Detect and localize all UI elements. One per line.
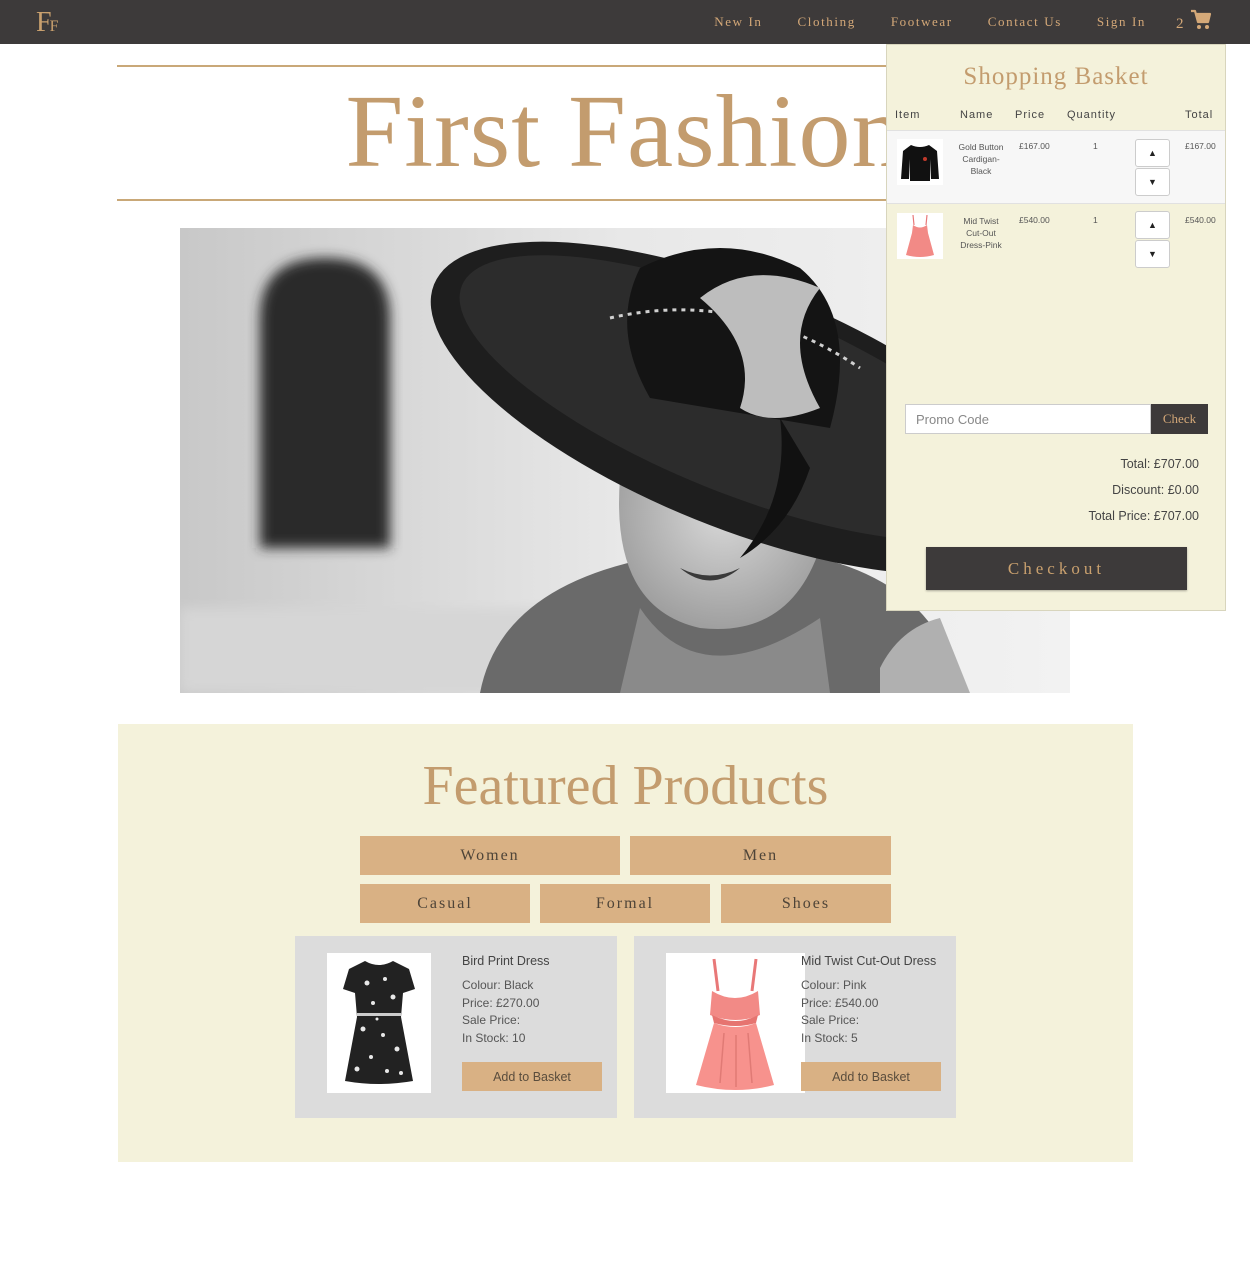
caret-up-icon: ▲ — [1148, 148, 1157, 158]
shopping-basket-panel: Shopping Basket Item Name Price Quantity… — [886, 44, 1226, 611]
basket-item-price: £540.00 — [1019, 215, 1050, 225]
filter-casual-button[interactable]: Casual — [360, 884, 530, 923]
quantity-decrease-button[interactable]: ▼ — [1135, 168, 1170, 196]
filter-men-button[interactable]: Men — [630, 836, 891, 875]
basket-item-total: £540.00 — [1185, 215, 1216, 225]
nav-menu: New In Clothing Footwear Contact Us Sign… — [679, 0, 1146, 44]
basket-header-quantity: Quantity — [1067, 109, 1116, 121]
basket-item-quantity: 1 — [1093, 141, 1098, 151]
promo-check-button[interactable]: Check — [1151, 404, 1208, 434]
promo-code-input[interactable] — [905, 404, 1151, 434]
product-sale-price: Sale Price: — [462, 1013, 521, 1027]
basket-row: Gold Button Cardigan-Black £167.00 1 ▲ ▼… — [887, 130, 1225, 204]
nav-footwear[interactable]: Footwear — [891, 14, 953, 30]
basket-header-price: Price — [1015, 109, 1046, 121]
product-stock: In Stock: 5 — [801, 1030, 858, 1045]
product-price: Price: £270.00 — [462, 995, 540, 1010]
product-card: Mid Twist Cut-Out Dress Colour: Pink Pri… — [634, 936, 956, 1118]
basket-item-image-cardigan — [897, 139, 943, 185]
filter-shoes-button[interactable]: Shoes — [721, 884, 891, 923]
basket-header-item: Item — [895, 109, 921, 121]
product-info: Mid Twist Cut-Out Dress Colour: Pink Pri… — [801, 954, 951, 1047]
basket-item-price: £167.00 — [1019, 141, 1050, 151]
basket-item-image-dress — [897, 213, 943, 259]
product-name[interactable]: Mid Twist Cut-Out Dress — [801, 954, 951, 968]
logo-letter-small: F — [49, 18, 59, 35]
product-image-bird-print-dress[interactable] — [327, 953, 431, 1093]
featured-title: Featured Products — [422, 755, 829, 817]
shopping-cart-icon — [1190, 9, 1212, 36]
basket-discount: Discount: £0.00 — [1112, 483, 1199, 497]
product-image-mid-twist-dress[interactable] — [666, 953, 805, 1093]
basket-title: Shopping Basket — [963, 63, 1149, 90]
cart-button[interactable]: 2 — [1176, 9, 1212, 36]
quantity-increase-button[interactable]: ▲ — [1135, 211, 1170, 239]
caret-up-icon: ▲ — [1148, 220, 1157, 230]
basket-item-name: Mid Twist Cut-Out Dress-Pink — [960, 216, 1002, 250]
add-to-basket-button[interactable]: Add to Basket — [462, 1062, 602, 1091]
checkout-button[interactable]: Checkout — [926, 547, 1187, 590]
product-colour: Colour: Pink — [801, 978, 867, 992]
nav-sign-in[interactable]: Sign In — [1097, 14, 1146, 30]
basket-row: Mid Twist Cut-Out Dress-Pink £540.00 1 ▲… — [887, 205, 1225, 281]
basket-item-quantity: 1 — [1093, 215, 1098, 225]
product-stock: In Stock: 10 — [462, 1030, 526, 1045]
basket-header-total: Total — [1185, 109, 1214, 121]
filter-formal-button[interactable]: Formal — [540, 884, 710, 923]
featured-products-section: Featured Products Women Men Casual Forma… — [118, 724, 1133, 1162]
product-sale-price: Sale Price: — [801, 1013, 860, 1027]
quantity-increase-button[interactable]: ▲ — [1135, 139, 1170, 167]
nav-contact-us[interactable]: Contact Us — [988, 14, 1062, 30]
product-card: Bird Print Dress Colour: Black Price: £2… — [295, 936, 617, 1118]
brand-logo[interactable]: FF — [36, 7, 58, 39]
basket-header-name: Name — [960, 109, 994, 121]
product-price: Price: £540.00 — [801, 995, 879, 1010]
basket-item-name: Gold Button Cardigan-Black — [958, 142, 1004, 176]
add-to-basket-button[interactable]: Add to Basket — [801, 1062, 941, 1091]
product-info: Bird Print Dress Colour: Black Price: £2… — [462, 954, 612, 1047]
basket-item-total: £167.00 — [1185, 141, 1216, 151]
product-name[interactable]: Bird Print Dress — [462, 954, 612, 968]
logo-letter-large: F — [36, 7, 52, 38]
top-navbar: FF New In Clothing Footwear Contact Us S… — [0, 0, 1250, 44]
basket-total-price: Total Price: £707.00 — [1088, 509, 1200, 523]
nav-new-in[interactable]: New In — [714, 14, 762, 30]
cart-count: 2 — [1176, 16, 1184, 32]
caret-down-icon: ▼ — [1148, 177, 1157, 187]
product-colour: Colour: Black — [462, 978, 534, 992]
basket-total: Total: £707.00 — [1120, 457, 1199, 471]
quantity-decrease-button[interactable]: ▼ — [1135, 240, 1170, 268]
caret-down-icon: ▼ — [1148, 249, 1157, 259]
nav-clothing[interactable]: Clothing — [798, 14, 856, 30]
filter-women-button[interactable]: Women — [360, 836, 620, 875]
